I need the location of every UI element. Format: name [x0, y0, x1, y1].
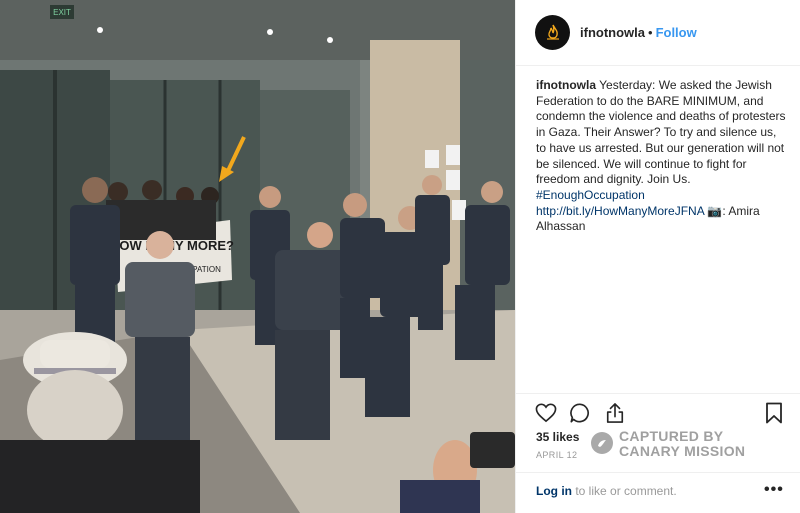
- more-options-icon[interactable]: •••: [764, 481, 784, 499]
- caption-link[interactable]: http://bit.ly/HowManyMoreJFNA: [536, 204, 704, 218]
- watermark-line-1: CAPTURED BY: [619, 428, 724, 444]
- separator-dot: •: [648, 25, 653, 40]
- exit-sign: EXIT: [53, 8, 71, 17]
- action-bar: [516, 393, 800, 429]
- avatar[interactable]: [535, 15, 570, 50]
- post-footer: Log in to like or comment. •••: [516, 472, 800, 513]
- login-rest-text: to like or comment.: [572, 484, 677, 498]
- caption-username[interactable]: ifnotnowla: [536, 78, 596, 92]
- header-text: ifnotnowla • Follow: [580, 25, 697, 41]
- caption-hashtag[interactable]: #EnoughOccupation: [536, 188, 645, 202]
- canary-logo-icon: [591, 432, 613, 454]
- share-button[interactable]: [604, 402, 626, 424]
- post-side-panel: ifnotnowla • Follow ifnotnowla Yesterday: …: [515, 0, 800, 513]
- protest-photo-illustration: EXIT HOW MANY MORE? #ENOUGHOCCUPATION: [0, 0, 515, 513]
- watermark-text: CAPTURED BY CANARY MISSION: [619, 429, 745, 459]
- camera-emoji: 📷: [707, 203, 723, 218]
- bookmark-icon: [766, 402, 782, 424]
- likes-count[interactable]: 35 likes: [536, 430, 579, 444]
- save-button[interactable]: [763, 402, 785, 424]
- heart-icon: [535, 403, 557, 423]
- login-prompt: Log in to like or comment.: [536, 484, 677, 498]
- follow-button[interactable]: Follow: [656, 25, 697, 40]
- login-link[interactable]: Log in: [536, 484, 572, 498]
- flame-logo-icon: [546, 24, 559, 40]
- post-caption: ifnotnowla Yesterday: We asked the Jewis…: [536, 78, 788, 235]
- watermark-line-2: CANARY MISSION: [619, 443, 746, 459]
- post-header: ifnotnowla • Follow: [516, 0, 800, 66]
- post-date: APRIL 12: [536, 450, 578, 460]
- like-button[interactable]: [535, 402, 557, 424]
- comment-icon: [570, 403, 589, 423]
- header-username[interactable]: ifnotnowla: [580, 25, 645, 40]
- post-photo[interactable]: EXIT HOW MANY MORE? #ENOUGHOCCUPATION: [0, 0, 515, 513]
- watermark: CAPTURED BY CANARY MISSION: [591, 427, 771, 461]
- caption-text: Yesterday: We asked the Jewish Federatio…: [536, 78, 786, 187]
- share-icon: [606, 403, 624, 423]
- comment-button[interactable]: [569, 402, 591, 424]
